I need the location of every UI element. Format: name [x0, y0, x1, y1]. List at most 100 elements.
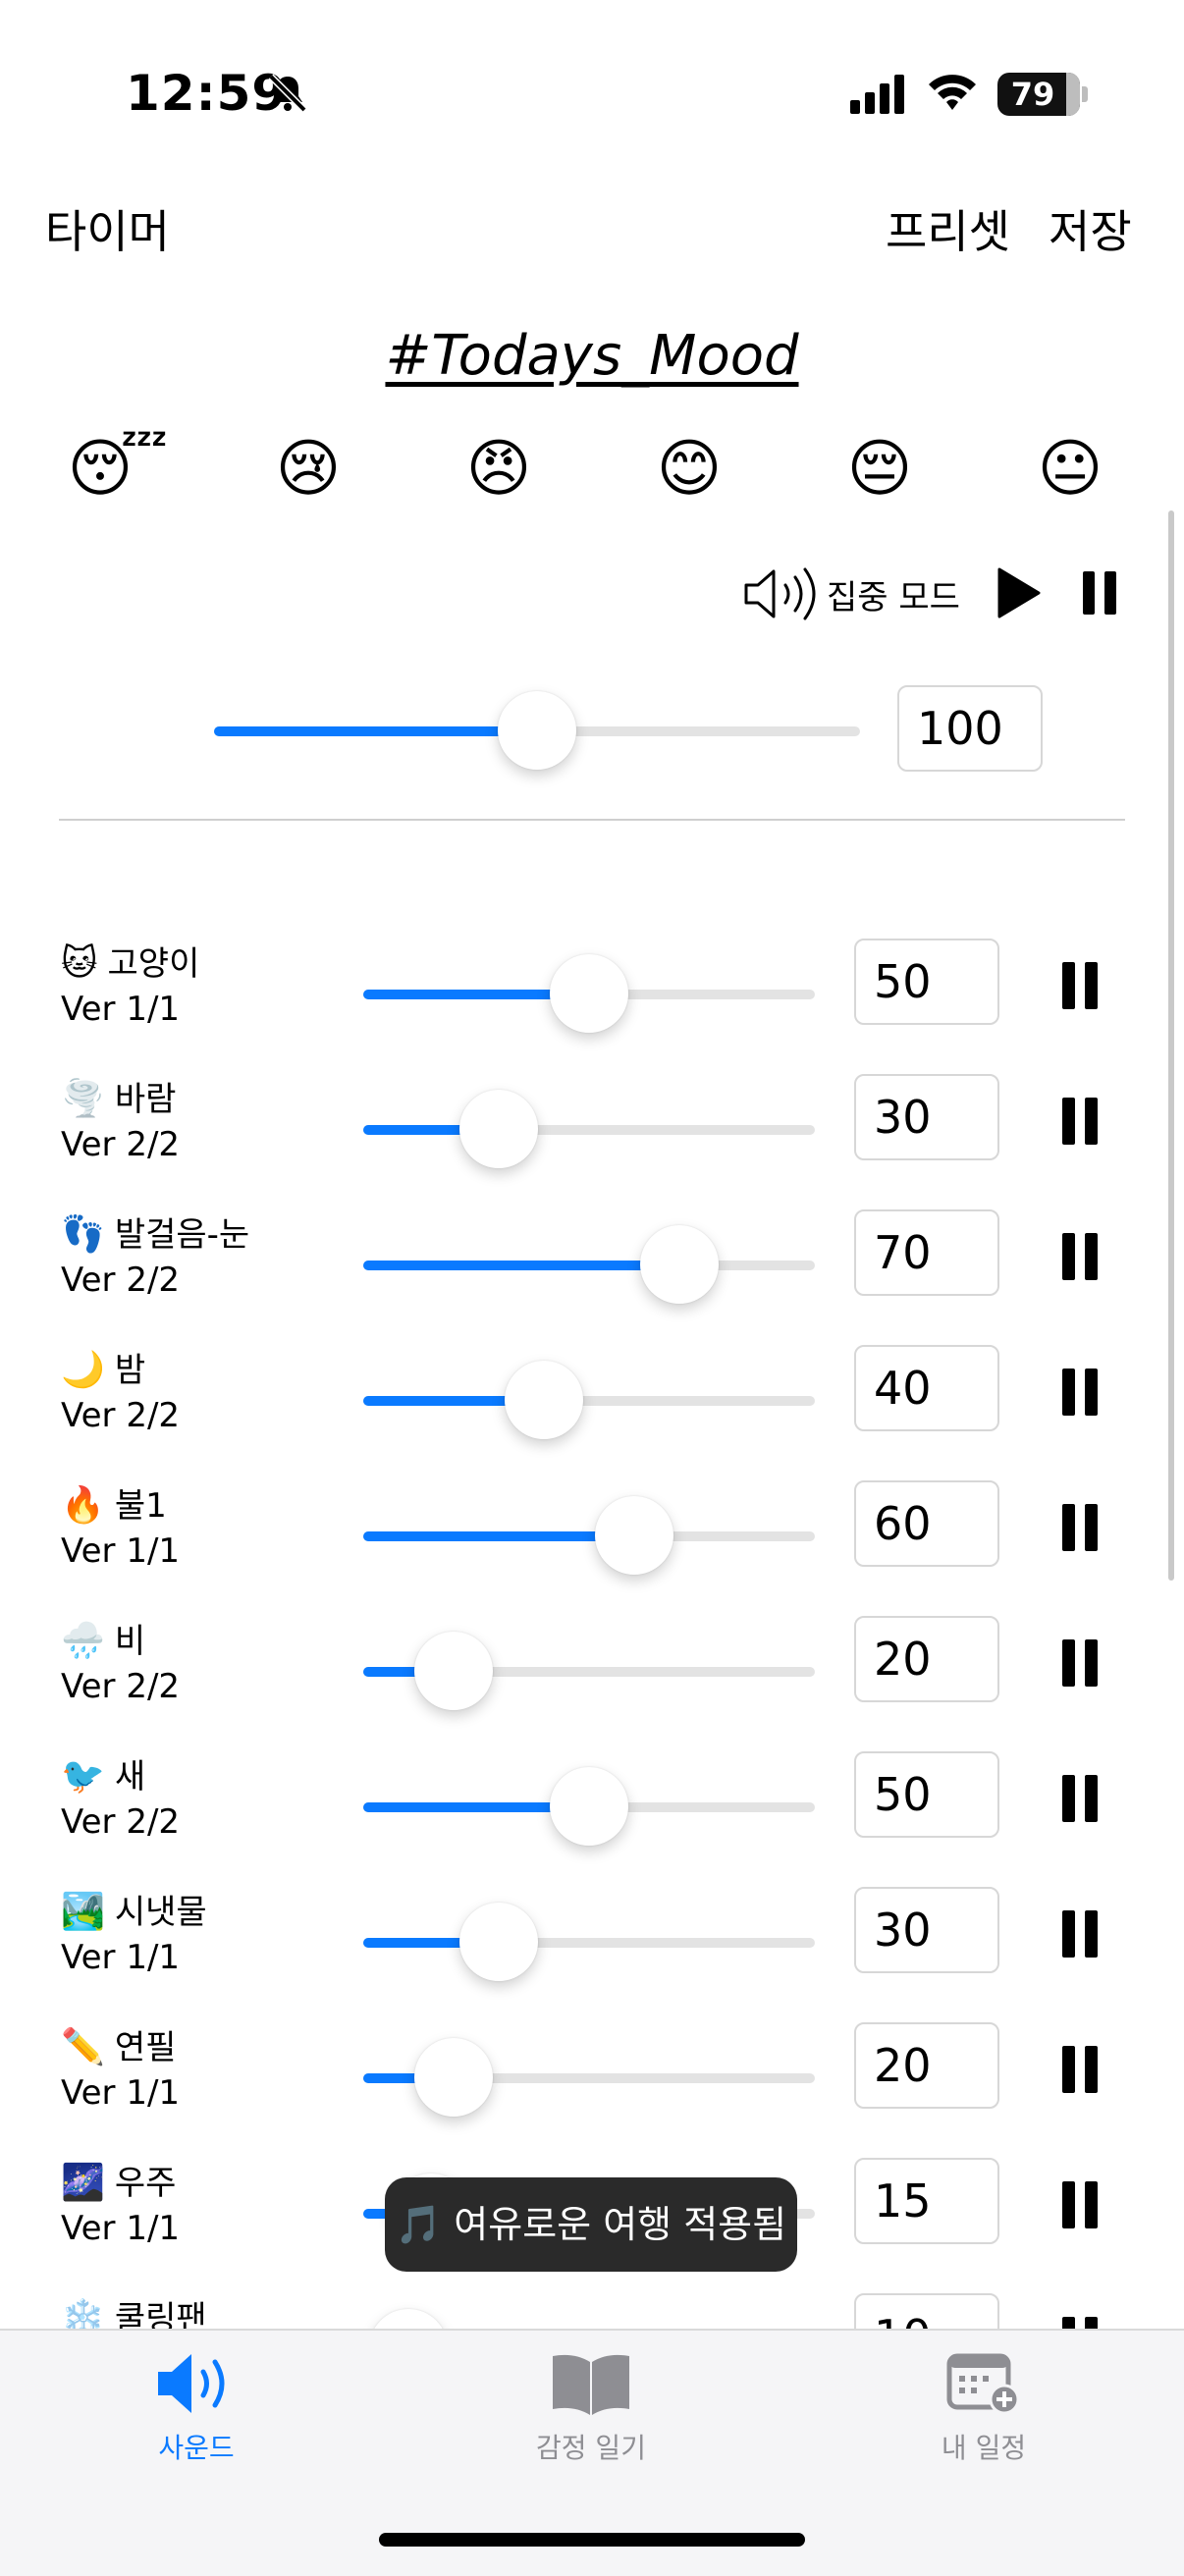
save-button[interactable]: 저장: [1049, 196, 1132, 261]
pause-icon[interactable]: [1062, 1368, 1098, 1416]
mood-happy[interactable]: 😊: [630, 428, 748, 510]
sound-volume-input[interactable]: 50: [854, 939, 999, 1025]
pause-icon[interactable]: [1062, 1639, 1098, 1687]
pause-icon[interactable]: [1062, 1098, 1098, 1145]
mood-title: #Todays_Mood: [385, 324, 799, 388]
sound-emoji: 🌌: [61, 2163, 105, 2203]
pause-icon[interactable]: [1062, 2181, 1098, 2228]
tab-emotion-diary-label: 감정 일기: [536, 2432, 646, 2464]
sound-name: 👣 발걸음-눈: [61, 1213, 249, 1257]
calendar-add-icon: [946, 2353, 1020, 2415]
play-icon[interactable]: [997, 567, 1041, 618]
sound-emoji: 🏞️: [61, 1892, 105, 1932]
sound-row: 🔥 불1 Ver 1/1 60: [0, 1480, 1184, 1618]
slider-thumb[interactable]: [414, 2038, 493, 2117]
focus-mode-label: 집중 모드: [827, 577, 960, 617]
mood-pensive[interactable]: 😔: [821, 428, 939, 510]
sound-volume-input[interactable]: 30: [854, 1074, 999, 1160]
sound-volume-slider[interactable]: [363, 1632, 815, 1710]
toast-message: 🎵 여유로운 여행 적용됨: [385, 2177, 797, 2272]
sound-label: 바람: [114, 1080, 177, 1119]
sound-row: ✏️ 연필 Ver 1/1 20: [0, 2022, 1184, 2160]
slider-thumb[interactable]: [595, 1496, 673, 1575]
cellular-signal-icon: [850, 75, 904, 114]
sound-volume-slider[interactable]: [363, 954, 815, 1033]
sound-volume-input[interactable]: 20: [854, 2022, 999, 2109]
master-volume-input[interactable]: 100: [897, 685, 1043, 772]
sound-volume-slider[interactable]: [363, 1361, 815, 1439]
sound-row: 🌧️ 비 Ver 2/2 20: [0, 1616, 1184, 1753]
slider-thumb[interactable]: [640, 1225, 719, 1304]
tab-sound[interactable]: 사운드: [98, 2350, 295, 2466]
sound-name: 🐦 새: [61, 1755, 145, 1798]
mood-sleepy[interactable]: 😴: [59, 428, 177, 510]
battery-level: 79: [1010, 76, 1055, 113]
sound-volume-slider[interactable]: [363, 1496, 815, 1575]
sound-volume-slider[interactable]: [363, 1903, 815, 1981]
sound-volume-slider[interactable]: [363, 1090, 815, 1168]
mood-angry[interactable]: 😠: [440, 428, 558, 510]
sound-label: 밤: [114, 1351, 146, 1390]
slider-fill: [363, 1261, 679, 1270]
sound-label: 비: [114, 1622, 146, 1661]
sound-row: 🐦 새 Ver 2/2 50: [0, 1751, 1184, 1889]
sound-emoji: 🌧️: [61, 1621, 105, 1661]
pause-icon[interactable]: [1062, 1504, 1098, 1551]
sound-version: Ver 1/1: [61, 2073, 181, 2113]
pause-icon[interactable]: [1062, 1910, 1098, 1958]
tab-emotion-diary[interactable]: 감정 일기: [493, 2350, 689, 2466]
mood-crying[interactable]: 😢: [249, 428, 367, 510]
bell-slash-icon: [268, 74, 307, 113]
sound-volume-slider[interactable]: [363, 1225, 815, 1304]
sound-name: 🌪️ 바람: [61, 1078, 176, 1121]
pause-icon[interactable]: [1062, 2046, 1098, 2093]
sound-volume-input[interactable]: 70: [854, 1209, 999, 1296]
sound-row: 🐱 고양이 Ver 1/1 50: [0, 939, 1184, 1076]
sound-volume-input[interactable]: 60: [854, 1480, 999, 1567]
pause-icon[interactable]: [1062, 1233, 1098, 1280]
scrollbar[interactable]: [1168, 510, 1174, 1581]
sound-volume-input[interactable]: 50: [854, 1751, 999, 1838]
sound-label: 고양이: [107, 944, 200, 984]
tab-my-schedule[interactable]: 내 일정: [886, 2350, 1082, 2466]
sound-name: 🌙 밤: [61, 1349, 145, 1392]
sound-label: 발걸음-눈: [114, 1215, 250, 1255]
sound-row: 🌪️ 바람 Ver 2/2 30: [0, 1074, 1184, 1211]
sound-volume-slider[interactable]: [363, 1767, 815, 1846]
pause-icon[interactable]: [1062, 962, 1098, 1009]
sound-volume-slider[interactable]: [363, 2038, 815, 2117]
sound-emoji: 🐦: [61, 1756, 105, 1797]
sound-label: 연필: [114, 2028, 177, 2067]
sound-volume-input[interactable]: 30: [854, 1887, 999, 1973]
sound-version: Ver 1/1: [61, 1531, 181, 1571]
slider-thumb[interactable]: [459, 1903, 538, 1981]
sound-name: 🌧️ 비: [61, 1620, 145, 1663]
pause-all-icon[interactable]: [1080, 569, 1119, 617]
sound-version: Ver 1/1: [61, 1938, 181, 1977]
preset-button[interactable]: 프리셋: [886, 196, 1010, 261]
focus-mode-toggle[interactable]: 집중 모드: [742, 560, 960, 628]
slider-thumb[interactable]: [498, 691, 576, 770]
mood-neutral[interactable]: 😐: [1011, 428, 1129, 510]
sound-emoji: 🔥: [61, 1485, 105, 1526]
sound-name: 🐱 고양이: [61, 942, 199, 986]
sound-emoji: ✏️: [61, 2027, 105, 2067]
home-indicator: [379, 2533, 805, 2547]
pause-icon[interactable]: [1062, 1775, 1098, 1822]
speaker-wave-icon: [744, 567, 816, 620]
slider-thumb[interactable]: [459, 1090, 538, 1168]
slider-fill: [214, 726, 537, 736]
sound-emoji: 🐱: [61, 943, 98, 984]
sound-volume-input[interactable]: 20: [854, 1616, 999, 1702]
slider-thumb[interactable]: [414, 1632, 493, 1710]
sound-volume-input[interactable]: 40: [854, 1345, 999, 1431]
slider-thumb[interactable]: [550, 1767, 628, 1846]
sound-label: 새: [114, 1757, 146, 1797]
timer-button[interactable]: 타이머: [45, 196, 170, 261]
slider-thumb[interactable]: [550, 954, 628, 1033]
sound-version: Ver 1/1: [61, 990, 181, 1029]
slider-thumb[interactable]: [505, 1361, 583, 1439]
sound-row: 🌙 밤 Ver 2/2 40: [0, 1345, 1184, 1482]
master-volume-slider[interactable]: [214, 691, 860, 770]
sound-volume-input[interactable]: 15: [854, 2158, 999, 2244]
